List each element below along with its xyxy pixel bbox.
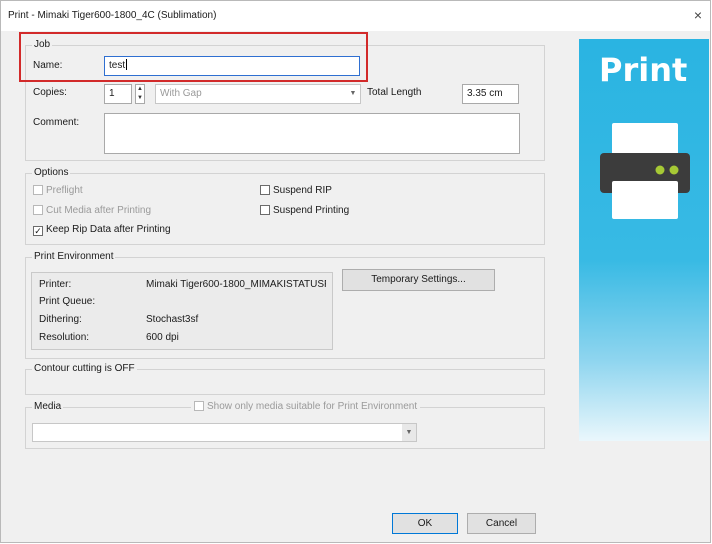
gap-select[interactable]: With Gap ▼	[155, 84, 361, 104]
printer-value: Mimaki Tiger600-1800_MIMAKISTATUSPC	[146, 279, 326, 290]
temporary-settings-button[interactable]: Temporary Settings...	[342, 269, 495, 291]
copies-input[interactable]: 1	[104, 84, 132, 104]
media-select[interactable]: ▼	[32, 423, 417, 442]
preflight-checkbox[interactable]: Preflight	[33, 185, 83, 196]
suitable-media-checkbox[interactable]: Show only media suitable for Print Envir…	[191, 401, 421, 412]
chevron-down-icon: ▼	[349, 90, 357, 97]
keep-rip-checkbox[interactable]: ✓ Keep Rip Data after Printing	[33, 224, 171, 236]
total-length-label: Total Length	[367, 87, 422, 98]
print-dialog: Print - Mimaki Tiger600-1800_4C (Sublima…	[0, 0, 711, 543]
comment-textarea[interactable]	[104, 113, 520, 154]
copies-spinner[interactable]: ▲ ▼	[135, 84, 145, 104]
checkbox-box	[33, 205, 43, 215]
copies-value: 1	[109, 88, 115, 99]
media-group-title: Media	[32, 401, 64, 413]
banner-title: Print	[599, 51, 688, 89]
text-caret	[126, 59, 128, 70]
resolution-value: 600 dpi	[146, 332, 179, 343]
chevron-down-icon: ▼	[402, 424, 416, 441]
cut-media-checkbox[interactable]: Cut Media after Printing	[33, 205, 151, 216]
print-queue-label: Print Queue:	[39, 296, 96, 307]
close-icon[interactable]: ×	[688, 6, 708, 24]
total-length-field: 3.35 cm	[462, 84, 519, 104]
printer-label: Printer:	[39, 279, 72, 290]
suspend-printing-checkbox[interactable]: Suspend Printing	[260, 205, 349, 216]
printer-icon	[600, 123, 690, 219]
ok-button[interactable]: OK	[392, 513, 458, 534]
checkbox-box	[260, 205, 270, 215]
checkbox-box	[33, 185, 43, 195]
name-input[interactable]: test	[104, 56, 360, 76]
total-length-value: 3.35 cm	[467, 88, 503, 99]
window-title: Print - Mimaki Tiger600-1800_4C (Sublima…	[8, 10, 217, 21]
checkbox-box	[194, 401, 204, 411]
print-environment-title: Print Environment	[32, 251, 116, 263]
copies-label: Copies:	[33, 87, 67, 98]
spin-down-icon[interactable]: ▼	[136, 94, 144, 103]
name-label: Name:	[33, 60, 63, 71]
cancel-button[interactable]: Cancel	[467, 513, 536, 534]
options-group-title: Options	[32, 167, 71, 179]
name-value: test	[109, 60, 126, 71]
print-banner: Print	[579, 39, 709, 441]
dithering-label: Dithering:	[39, 314, 82, 325]
resolution-label: Resolution:	[39, 332, 90, 343]
gap-select-value: With Gap	[160, 88, 202, 99]
job-group-title: Job	[32, 39, 53, 51]
comment-label: Comment:	[33, 117, 80, 128]
dithering-value: Stochast3sf	[146, 314, 199, 325]
checkbox-box	[260, 185, 270, 195]
spin-up-icon[interactable]: ▲	[136, 85, 144, 94]
check-icon: ✓	[33, 226, 43, 236]
contour-group: Contour cutting is OFF	[25, 363, 545, 395]
suspend-rip-checkbox[interactable]: Suspend RIP	[260, 185, 332, 196]
title-bar: Print - Mimaki Tiger600-1800_4C (Sublima…	[1, 1, 710, 31]
contour-group-title: Contour cutting is OFF	[32, 363, 137, 375]
